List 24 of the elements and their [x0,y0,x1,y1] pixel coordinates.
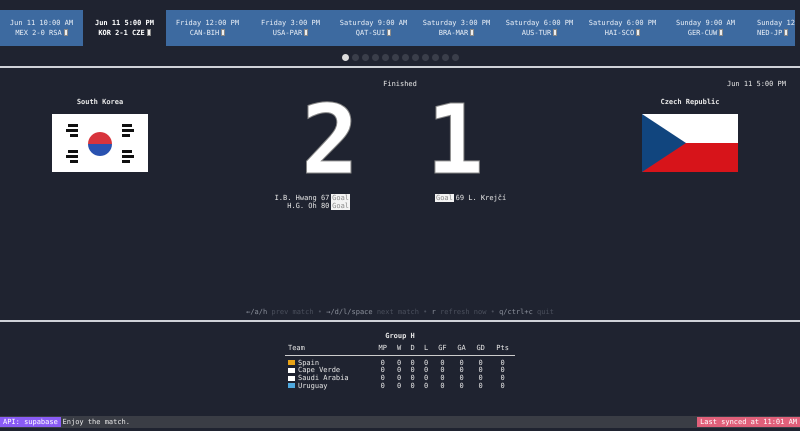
flag-icon [636,29,640,36]
flag-icon [470,29,474,36]
flag-icon [553,29,558,36]
flag-icon [221,29,226,36]
page-dot[interactable] [372,54,378,61]
score: 1 [425,92,484,192]
flag-icon [304,29,308,36]
flag-icon [64,29,68,36]
flag-icon [719,29,724,36]
flag-icon [784,29,788,36]
flag-icon [387,29,392,36]
page-dot[interactable] [392,54,398,61]
page-dot[interactable] [402,54,408,61]
page-dot[interactable] [412,54,418,61]
page-dot[interactable] [362,54,368,61]
page-dot[interactable] [432,54,438,61]
page-dot[interactable] [342,54,348,61]
page-dot[interactable] [442,54,448,61]
page-dot[interactable] [422,54,428,61]
flag-icon [146,29,151,36]
score: 2 [301,92,360,192]
page-dot[interactable] [452,54,458,61]
page-dot[interactable] [382,54,388,61]
page-dot[interactable] [352,54,358,61]
